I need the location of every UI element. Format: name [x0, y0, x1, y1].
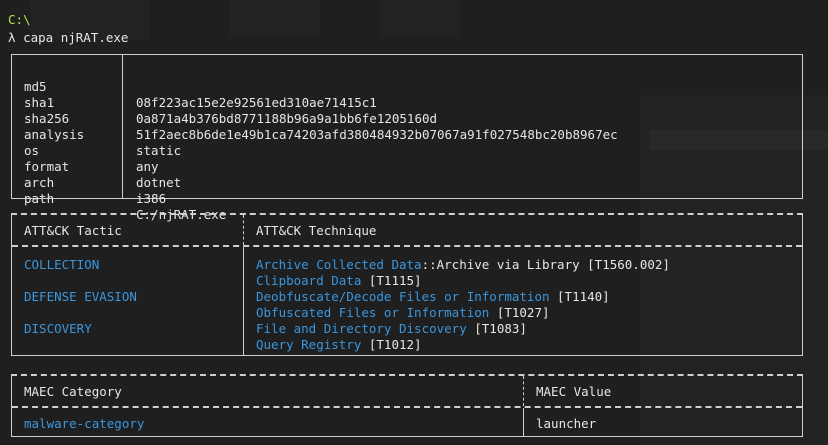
- prompt-path: C:\: [8, 12, 31, 27]
- metadata-row: sha256 51f2aec8b6de1e49b1ca74203afd38048…: [24, 95, 618, 142]
- metadata-value: 0a871a4b376bd8771188b96a9a1bb6fe1205160d: [136, 111, 438, 126]
- technique-row: Archive Collected Data::Archive via Libr…: [256, 257, 670, 272]
- maec-category-header: MAEC Category: [24, 384, 122, 399]
- maec-table-header: MAEC Category MAEC Value: [12, 376, 802, 408]
- technique-id: [T1115]: [361, 273, 422, 288]
- metadata-row: path C:/njRAT.exe: [24, 175, 226, 222]
- metadata-value: dotnet: [136, 175, 182, 190]
- metadata-row: analysis static: [24, 111, 181, 158]
- attack-column-divider: [243, 215, 244, 245]
- attack-tactic-header: ATT&CK Tactic: [24, 223, 122, 238]
- maec-column-divider: [523, 376, 524, 406]
- attack-technique-header: ATT&CK Technique: [256, 223, 377, 238]
- metadata-row: format dotnet: [24, 143, 181, 190]
- maec-value-header: MAEC Value: [536, 384, 612, 399]
- technique-id: ::Archive via Library [T1560.002]: [421, 257, 670, 272]
- maec-value: launcher: [536, 416, 597, 431]
- technique-row: Clipboard Data [T1115]: [256, 273, 422, 288]
- technique-name: Clipboard Data: [256, 273, 362, 288]
- metadata-value: 08f223ac15e2e92561ed310ae71415c1: [136, 95, 377, 110]
- technique-id: [T1012]: [361, 337, 422, 352]
- metadata-row: os any: [24, 127, 159, 174]
- technique-row: Query Registry [T1012]: [256, 337, 422, 352]
- command-line[interactable]: λ capa njRAT.exe: [8, 30, 128, 46]
- metadata-value: 51f2aec8b6de1e49b1ca74203afd380484932b07…: [136, 127, 618, 142]
- metadata-value: any: [136, 159, 159, 174]
- maec-column-divider: [523, 408, 524, 436]
- metadata-value: static: [136, 143, 182, 158]
- technique-name: Query Registry: [256, 337, 362, 352]
- tactic-defense-evasion: DEFENSE EVASION: [24, 289, 137, 304]
- metadata-row: sha1 0a871a4b376bd8771188b96a9a1bb6fe120…: [24, 79, 437, 126]
- technique-name: Archive Collected Data: [256, 257, 422, 272]
- command-text: capa njRAT.exe: [23, 30, 129, 45]
- technique-row: Obfuscated Files or Information [T1027]: [256, 305, 550, 320]
- technique-name: File and Directory Discovery: [256, 321, 467, 336]
- background-window-ghost: [380, 0, 460, 38]
- background-window-ghost: [230, 0, 320, 38]
- metadata-column-divider: [122, 55, 123, 198]
- metadata-row: arch i386: [24, 159, 166, 206]
- technique-name: Deobfuscate/Decode Files or Information: [256, 289, 550, 304]
- technique-row: Deobfuscate/Decode Files or Information …: [256, 289, 610, 304]
- technique-id: [T1140]: [549, 289, 610, 304]
- technique-id: [T1083]: [466, 321, 527, 336]
- tactic-discovery: DISCOVERY: [24, 321, 92, 336]
- prompt-symbol: λ: [8, 30, 16, 45]
- metadata-table: md5 08f223ac15e2e92561ed310ae71415c1 sha…: [11, 54, 803, 222]
- tactic-collection: COLLECTION: [24, 257, 100, 272]
- maec-category-value: malware-category: [24, 416, 145, 431]
- attack-column-divider: [243, 247, 244, 355]
- technique-name: Obfuscated Files or Information: [256, 305, 490, 320]
- attack-table-header: ATT&CK Tactic ATT&CK Technique: [12, 215, 802, 247]
- maec-table: MAEC Category MAEC Value malware-categor…: [11, 374, 803, 437]
- metadata-value: i386: [136, 191, 167, 206]
- attack-table: ATT&CK Tactic ATT&CK Technique COLLECTIO…: [11, 213, 803, 356]
- metadata-key: path: [24, 191, 55, 206]
- technique-row: File and Directory Discovery [T1083]: [256, 321, 527, 336]
- metadata-row: md5 08f223ac15e2e92561ed310ae71415c1: [24, 63, 377, 110]
- technique-id: [T1027]: [489, 305, 550, 320]
